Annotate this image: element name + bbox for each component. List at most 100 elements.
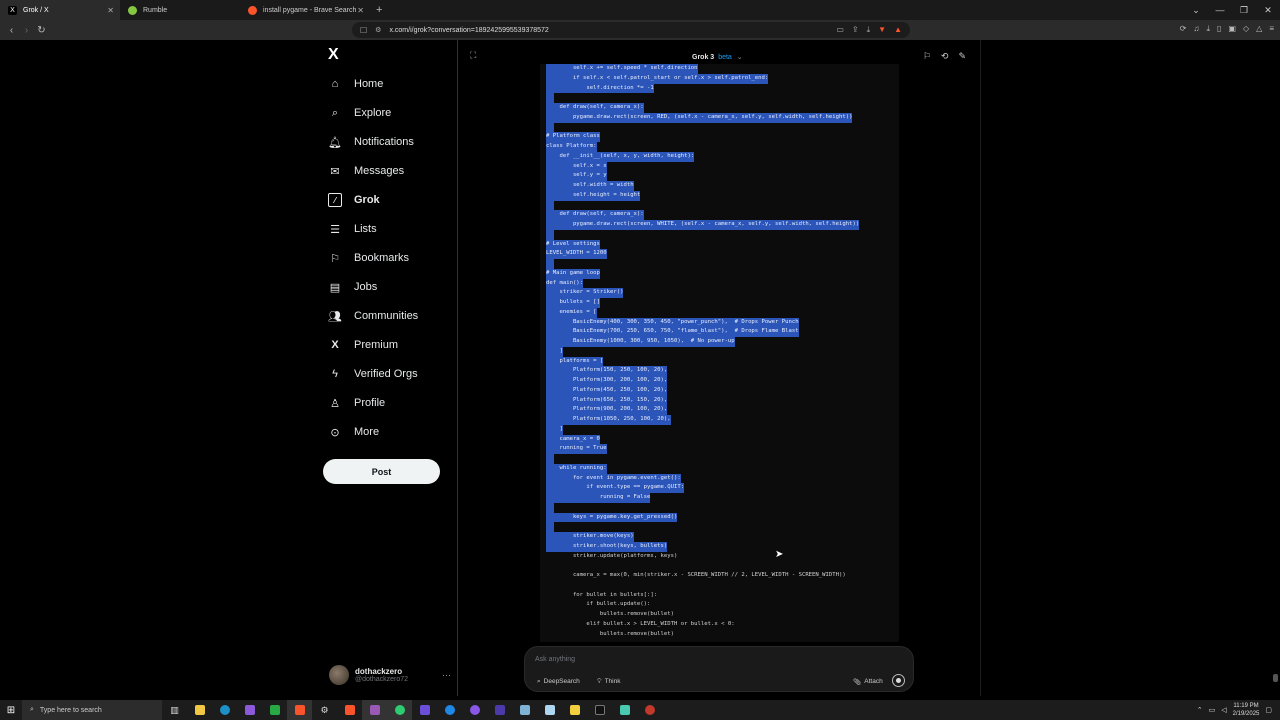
minimize-icon[interactable]: — xyxy=(1208,5,1232,15)
brave-icon[interactable] xyxy=(287,700,312,720)
vscode-icon[interactable] xyxy=(412,700,437,720)
more-icon[interactable]: ··· xyxy=(442,670,451,680)
menu-icon[interactable]: ≡ xyxy=(1269,24,1274,34)
edge-icon[interactable] xyxy=(212,700,237,720)
forward-icon[interactable]: › xyxy=(19,25,34,36)
new-chat-icon[interactable]: ✎ xyxy=(958,51,966,62)
code-line-text xyxy=(546,200,554,211)
app-indigo-icon[interactable] xyxy=(487,700,512,720)
code-block[interactable]: self.x += self.speed * self.direction if… xyxy=(540,64,899,642)
leo-icon[interactable]: △ xyxy=(1256,24,1262,34)
wallet-icon[interactable]: ▣ xyxy=(1228,24,1236,34)
restore-icon[interactable]: ❐ xyxy=(1232,5,1256,16)
code-line-text: if event.type == pygame.QUIT: xyxy=(546,483,685,493)
scrollbar-thumb[interactable] xyxy=(1273,674,1278,682)
notification-icon[interactable]: ▢ xyxy=(1265,706,1272,714)
reload-icon[interactable]: ↻ xyxy=(34,25,49,36)
music-icon[interactable]: ♫ xyxy=(1194,24,1200,34)
extension-icon[interactable]: ⟳ xyxy=(1180,24,1187,34)
code-line-text: if self.x < self.patrol_start or self.x … xyxy=(546,73,769,84)
app-tool-icon[interactable] xyxy=(537,700,562,720)
nav-item-notifications[interactable]: 🔔︎ Notifications xyxy=(328,130,414,154)
url-field[interactable]: ☐ ⚙ x.com/i/grok?conversation=1892425995… xyxy=(352,22,910,38)
voice-button[interactable] xyxy=(892,674,905,687)
brave-rewards-icon[interactable]: ▲ xyxy=(894,25,902,35)
bookmark-icon[interactable]: ☐ xyxy=(360,26,367,35)
taskbar-search[interactable]: ⌕ Type here to search xyxy=(22,700,162,720)
nav-item-premium[interactable]: X Premium xyxy=(328,333,398,357)
close-icon[interactable]: ✕ xyxy=(1256,5,1280,16)
visual-studio-icon[interactable] xyxy=(237,700,262,720)
nav-item-messages[interactable]: ✉ Messages xyxy=(328,159,404,183)
nav-item-more[interactable]: ⊙ More xyxy=(328,420,379,444)
settings-icon[interactable]: ⚙ xyxy=(312,700,337,720)
ask-input[interactable]: Ask anything xyxy=(535,656,575,663)
deepsearch-button[interactable]: ⌕ DeepSearch xyxy=(531,675,586,688)
clock-date: 2/19/2025 xyxy=(1232,711,1260,717)
app-tool-icon[interactable] xyxy=(512,700,537,720)
history-icon[interactable]: ⟲ xyxy=(941,51,949,62)
code-line: enemies = [ xyxy=(546,307,899,318)
brave-shield-icon[interactable]: ▼ xyxy=(878,25,886,35)
app-teal-icon[interactable] xyxy=(612,700,637,720)
nav-item-bookmarks[interactable]: ⚐ Bookmarks xyxy=(328,246,409,270)
account-switcher[interactable]: dothackzero @dothackzero72 ··· xyxy=(329,665,451,685)
nav-item-lists[interactable]: ☰ Lists xyxy=(328,217,377,241)
code-line: def __init__(self, x, y, width, height): xyxy=(546,151,899,162)
site-info-icon[interactable]: ⚙ xyxy=(375,26,381,34)
screen-icon[interactable]: ▭ xyxy=(836,25,844,35)
close-icon[interactable]: ✕ xyxy=(107,6,114,15)
attach-button[interactable]: 📎︎ Attach xyxy=(847,675,889,688)
chevron-up-icon[interactable]: ⌃ xyxy=(1197,706,1203,714)
sidebar-icon[interactable]: ▯ xyxy=(1217,24,1221,34)
volume-icon[interactable]: ◁ xyxy=(1221,706,1226,714)
bookmark-icon[interactable]: ⚐ xyxy=(923,51,931,62)
github-icon[interactable] xyxy=(462,700,487,720)
code-line-text xyxy=(546,259,554,269)
nav-item-communities[interactable]: 👥︎ Communities xyxy=(328,304,418,328)
grok-model-selector[interactable]: Grok 3 beta ⌄ xyxy=(692,53,743,61)
code-line xyxy=(546,200,899,211)
brave-icon[interactable] xyxy=(337,700,362,720)
nav-item-profile[interactable]: ♙ Profile xyxy=(328,391,385,415)
code-line-text: self.height = height xyxy=(546,190,641,201)
nav-item-jobs[interactable]: ▤ Jobs xyxy=(328,275,377,299)
app-green-icon[interactable] xyxy=(387,700,412,720)
vpn-icon[interactable]: ◇ xyxy=(1243,24,1249,34)
code-line-text: pygame.draw.rect(screen, WHITE, (self.x … xyxy=(546,220,860,230)
app-green-icon[interactable] xyxy=(262,700,287,720)
share-icon[interactable]: ⇪ xyxy=(852,25,859,35)
scrollbar[interactable] xyxy=(1272,40,1278,696)
nav-item-grok[interactable]: ⁄ Grok xyxy=(328,188,380,212)
tab-rumble[interactable]: Rumble xyxy=(120,0,240,20)
tab-brave-search[interactable]: install pygame - Brave Search ✕ xyxy=(240,0,370,20)
chevron-down-icon[interactable]: ⌄ xyxy=(1184,5,1208,16)
task-view-icon[interactable]: ▥ xyxy=(162,700,187,720)
code-line: Platform(450, 250, 100, 20), xyxy=(546,385,899,396)
clock[interactable]: 11:19 PM 2/19/2025 xyxy=(1233,702,1260,718)
app-blue-icon[interactable] xyxy=(437,700,462,720)
tab-grok[interactable]: X Grok / X ✕ xyxy=(0,0,120,20)
nav-item-explore[interactable]: ⌕ Explore xyxy=(328,101,391,125)
post-button[interactable]: Post xyxy=(323,459,440,484)
windows-start-icon[interactable]: ⊞ xyxy=(0,705,22,716)
expand-icon[interactable]: ⛶ xyxy=(470,50,476,61)
nav-item-label: More xyxy=(354,426,380,438)
list-icon: ☰ xyxy=(330,223,340,236)
app-purple-icon[interactable] xyxy=(362,700,387,720)
download-icon[interactable]: ⤓ xyxy=(867,25,871,35)
terminal-icon[interactable] xyxy=(587,700,612,720)
new-tab-button[interactable]: + xyxy=(370,4,388,16)
nav-item-home[interactable]: ⌂ Home xyxy=(328,72,384,96)
nav-item-verified-orgs[interactable]: ϟ Verified Orgs xyxy=(328,362,418,386)
back-icon[interactable]: ‹ xyxy=(4,25,19,36)
think-button[interactable]: 💡︎ Think xyxy=(591,675,626,688)
downloads-icon[interactable]: ⤓ xyxy=(1207,24,1211,34)
x-logo[interactable]: X xyxy=(328,46,339,64)
close-icon[interactable]: ✕ xyxy=(357,6,364,15)
app-yellow-icon[interactable] xyxy=(562,700,587,720)
file-explorer-icon[interactable] xyxy=(187,700,212,720)
obs-icon[interactable] xyxy=(637,700,662,720)
network-icon[interactable]: ▭ xyxy=(1209,706,1216,714)
code-line: if bullet.update(): xyxy=(546,600,899,610)
